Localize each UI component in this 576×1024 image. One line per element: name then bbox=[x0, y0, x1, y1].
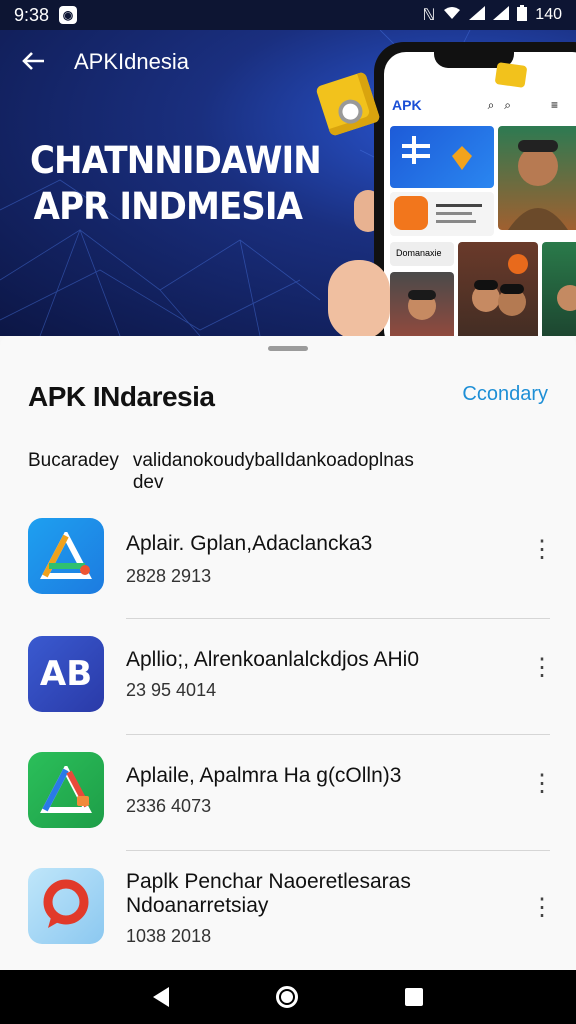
app-date: 2828 2913 bbox=[126, 566, 212, 586]
divider bbox=[126, 734, 550, 735]
app-icon-text: AB bbox=[39, 654, 93, 694]
hero-headline: CHATNNIDAWIN APR INDMESIA bbox=[30, 138, 322, 230]
drag-handle[interactable] bbox=[268, 346, 308, 351]
tile-people-photo-2 bbox=[458, 242, 538, 336]
status-bar: 9:38 ◉ ℕ 140 bbox=[0, 0, 576, 30]
more-options-icon[interactable]: ⋮ bbox=[530, 656, 554, 680]
list-item[interactable]: Aplaile, Apalmra Ha g(cOlln)3 2336 4073 … bbox=[0, 736, 576, 852]
app-date: 2336 4073 bbox=[126, 796, 212, 816]
notification-icon: ◉ bbox=[59, 6, 78, 24]
tile-people-photo-3 bbox=[542, 242, 576, 336]
app-name: Aplair. Gplan,Adaclancka3 bbox=[126, 532, 373, 555]
nav-recents-icon[interactable] bbox=[404, 988, 423, 1006]
wifi-icon bbox=[443, 6, 461, 25]
battery-icon bbox=[517, 4, 528, 26]
tile-small-label: Domanaxie bbox=[390, 242, 454, 266]
map-pin-icon bbox=[28, 868, 104, 944]
list-item[interactable]: AB Apllio;, Alrenkoanlalckdjos AHi0 23 9… bbox=[0, 620, 576, 736]
description: Bucaradey validanokoudybalIdankoadoplnas… bbox=[28, 450, 433, 494]
triangle-logo-icon bbox=[28, 752, 104, 828]
phone-search-icon-2: ⌕ bbox=[504, 97, 512, 112]
more-options-icon[interactable]: ⋮ bbox=[530, 772, 554, 796]
nav-back-icon[interactable] bbox=[153, 987, 170, 1007]
description-label: Bucaradey bbox=[28, 450, 119, 471]
triangle-logo-icon bbox=[28, 518, 104, 594]
sheet-title: APK INdaresia bbox=[28, 381, 215, 412]
hero-banner: APKIdnesia CHATNNIDAWIN APR INDMESIA APK… bbox=[0, 30, 576, 336]
signal-icon-2 bbox=[493, 5, 510, 25]
divider bbox=[126, 618, 550, 619]
app-name: Aplaile, Apalmra Ha g(cOlln)3 bbox=[126, 764, 402, 787]
back-arrow-icon[interactable] bbox=[22, 48, 46, 76]
phone-logo: APK bbox=[392, 97, 422, 113]
app-name: Apllio;, Alrenkoanlalckdjos AHi0 bbox=[126, 648, 419, 671]
tile-people-photo-1 bbox=[390, 272, 454, 336]
divider bbox=[126, 850, 550, 851]
ab-logo-icon: AB bbox=[28, 636, 104, 712]
signal-icon bbox=[469, 5, 486, 25]
app-name: Paplk Penchar Naoeretlesaras Ndoanarrets… bbox=[126, 870, 411, 917]
more-options-icon[interactable]: ⋮ bbox=[530, 538, 554, 562]
list-item[interactable]: Paplk Penchar Naoeretlesaras Ndoanarrets… bbox=[0, 854, 576, 970]
description-text: validanokoudybalIdankoadoplnas dev bbox=[132, 450, 414, 493]
status-time: 9:38 bbox=[14, 4, 50, 25]
hand-graphic bbox=[328, 260, 390, 336]
system-navigation-bar bbox=[0, 970, 576, 1024]
secondary-action-link[interactable]: Ccondary bbox=[462, 383, 548, 406]
app-date: 23 95 4014 bbox=[126, 680, 217, 700]
app-date: 1038 2018 bbox=[126, 926, 212, 946]
tile-person-photo bbox=[498, 126, 576, 230]
nav-home-icon[interactable] bbox=[275, 986, 298, 1008]
phone-app-bar: APK ⌕ ⌕ ≡ bbox=[384, 90, 576, 120]
phone-menu-icon: ≡ bbox=[551, 98, 559, 112]
hero-headline-line-2: APR INDMESIA bbox=[33, 185, 303, 228]
tile-blue-graphic bbox=[390, 126, 494, 188]
bottom-sheet: APK INdaresia Ccondary Bucaradey validan… bbox=[0, 336, 576, 970]
list-item[interactable]: Aplair. Gplan,Adaclancka3 2828 2913 ⋮ bbox=[0, 502, 576, 618]
phone-screen: APK ⌕ ⌕ ≡ Domanaxie bbox=[384, 52, 576, 336]
nfc-icon: ℕ bbox=[422, 7, 436, 24]
hero-app-title: APKIdnesia bbox=[74, 49, 189, 74]
tile-orange-app bbox=[390, 192, 494, 236]
battery-level: 140 bbox=[535, 6, 562, 23]
more-options-icon[interactable]: ⋮ bbox=[530, 896, 554, 920]
phone-search-icon: ⌕ bbox=[487, 97, 495, 112]
phone-mockup: APK ⌕ ⌕ ≡ Domanaxie bbox=[374, 42, 576, 336]
yellow-cube-small-graphic bbox=[494, 62, 528, 88]
hero-headline-line-1: CHATNNIDAWIN bbox=[30, 139, 322, 182]
